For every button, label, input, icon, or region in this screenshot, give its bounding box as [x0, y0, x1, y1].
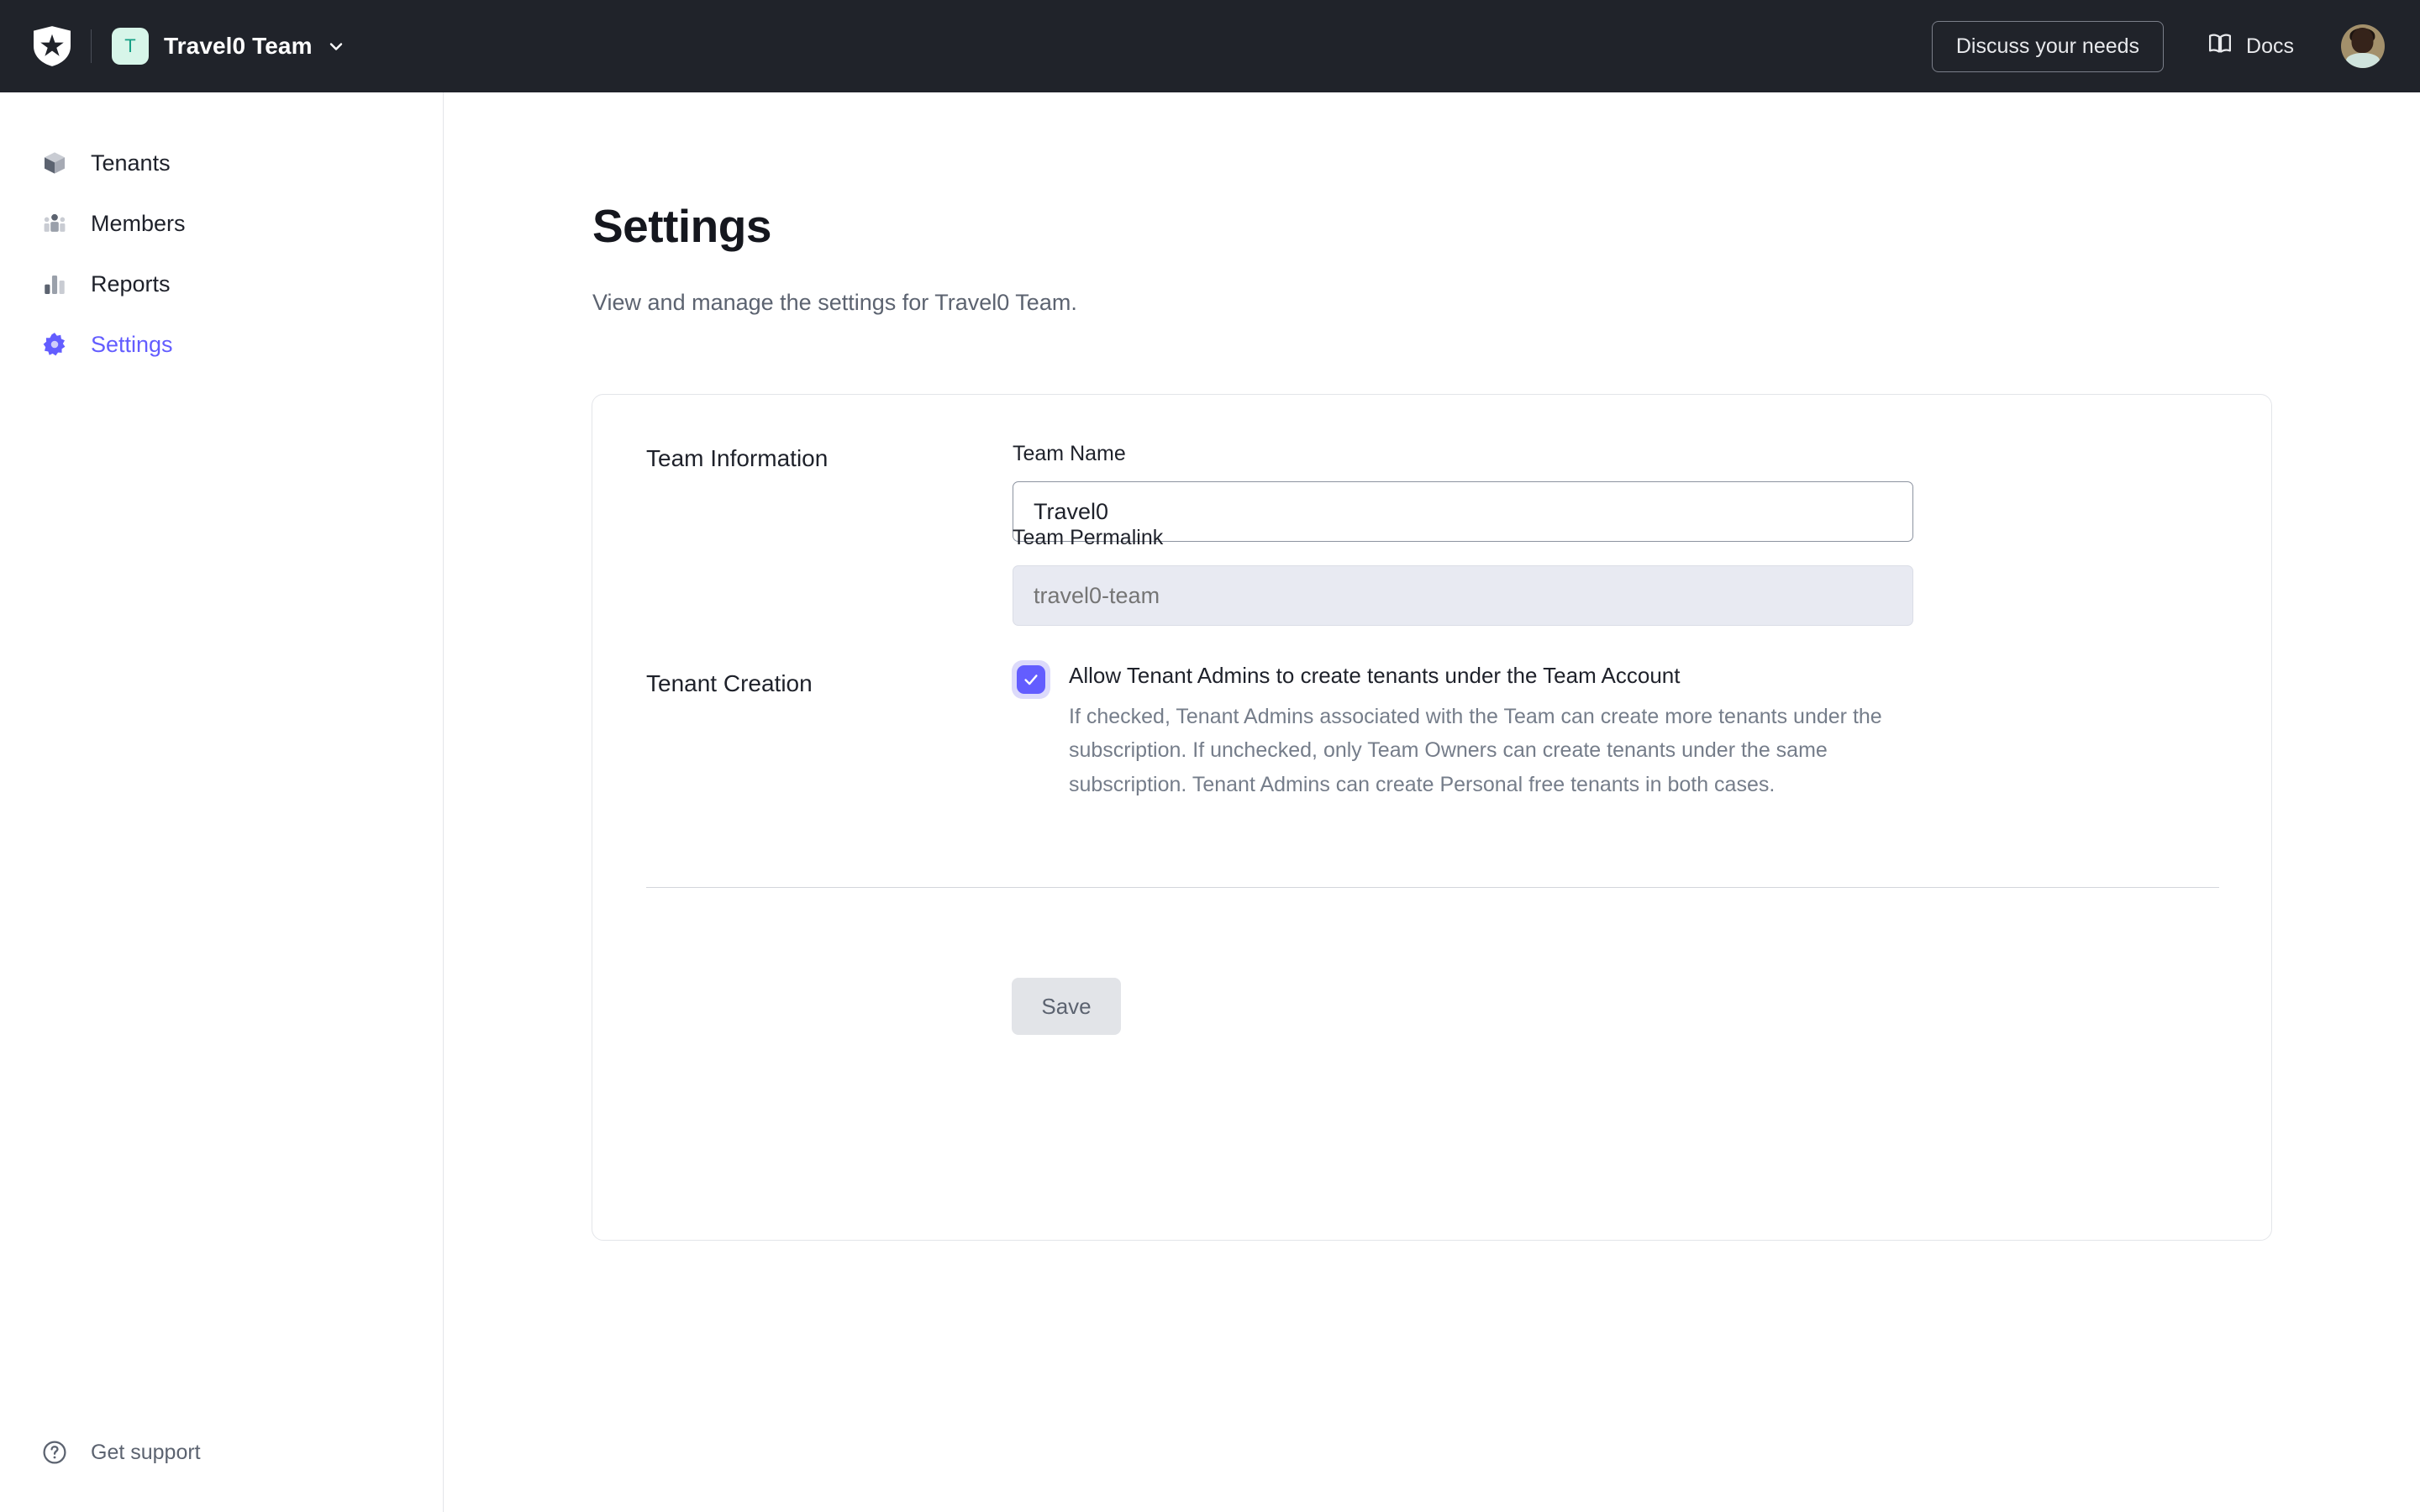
people-icon [40, 209, 69, 238]
header-actions: Discuss your needs Docs [1931, 20, 2385, 72]
sidebar-item-settings[interactable]: Settings [0, 314, 443, 375]
section-divider [646, 887, 2219, 888]
avatar-body [2346, 53, 2380, 68]
sidebar-item-members[interactable]: Members [0, 193, 443, 254]
allow-tenant-admins-description: If checked, Tenant Admins associated wit… [1069, 704, 1882, 796]
team-name-label: Travel0 Team [164, 33, 313, 59]
team-permalink-label: Team Permalink [1013, 526, 1164, 549]
avatar-face [2351, 27, 2374, 53]
docs-label: Docs [2246, 34, 2294, 58]
tenant-creation-checkbox-row: Allow Tenant Admins to create tenants un… [1012, 660, 1926, 801]
page-title: Settings [592, 200, 771, 252]
get-support-label: Get support [91, 1440, 201, 1464]
sidebar: Tenants Members Reports Settings Get sup… [0, 92, 444, 1512]
cube-icon [40, 149, 69, 177]
sidebar-item-label: Tenants [91, 150, 171, 176]
sidebar-item-reports[interactable]: Reports [0, 254, 443, 314]
docs-link[interactable]: Docs [2207, 31, 2294, 62]
sidebar-nav: Tenants Members Reports Settings [0, 92, 443, 375]
avatar[interactable] [2341, 24, 2385, 68]
discuss-your-needs-button[interactable]: Discuss your needs [1931, 20, 2165, 72]
tenant-creation-label: Tenant Creation [646, 670, 813, 696]
auth0-shield-logo-icon[interactable] [32, 26, 72, 66]
page-subtitle: View and manage the settings for Travel0… [592, 290, 1077, 315]
allow-tenant-admins-checkbox[interactable] [1012, 660, 1050, 699]
gear-icon [40, 330, 69, 359]
question-circle-icon [40, 1438, 69, 1467]
checkbox-box [1017, 665, 1045, 694]
sidebar-item-label: Settings [91, 331, 173, 357]
main-content: Settings View and manage the settings fo… [445, 92, 2420, 1512]
bar-chart-icon [40, 270, 69, 298]
get-support-link[interactable]: Get support [40, 1438, 201, 1467]
team-badge: T [112, 28, 149, 65]
team-permalink-input [1013, 565, 1913, 626]
header-divider [91, 29, 92, 63]
team-information-label: Team Information [646, 445, 829, 471]
settings-card: Team Information Team Name Team Permalin… [592, 394, 2272, 1241]
save-button[interactable]: Save [1012, 978, 1121, 1035]
team-name-label: Team Name [1013, 442, 1126, 465]
sidebar-item-label: Members [91, 210, 186, 236]
sidebar-item-label: Reports [91, 270, 171, 297]
check-icon [1024, 675, 1038, 685]
top-header: T Travel0 Team Discuss your needs Docs [0, 0, 2420, 92]
book-icon [2207, 31, 2233, 62]
chevron-down-icon[interactable] [326, 36, 346, 56]
team-permalink-field-group: Team Permalink [1013, 526, 1913, 626]
sidebar-item-tenants[interactable]: Tenants [0, 133, 443, 193]
allow-tenant-admins-label[interactable]: Allow Tenant Admins to create tenants un… [1069, 664, 1926, 688]
